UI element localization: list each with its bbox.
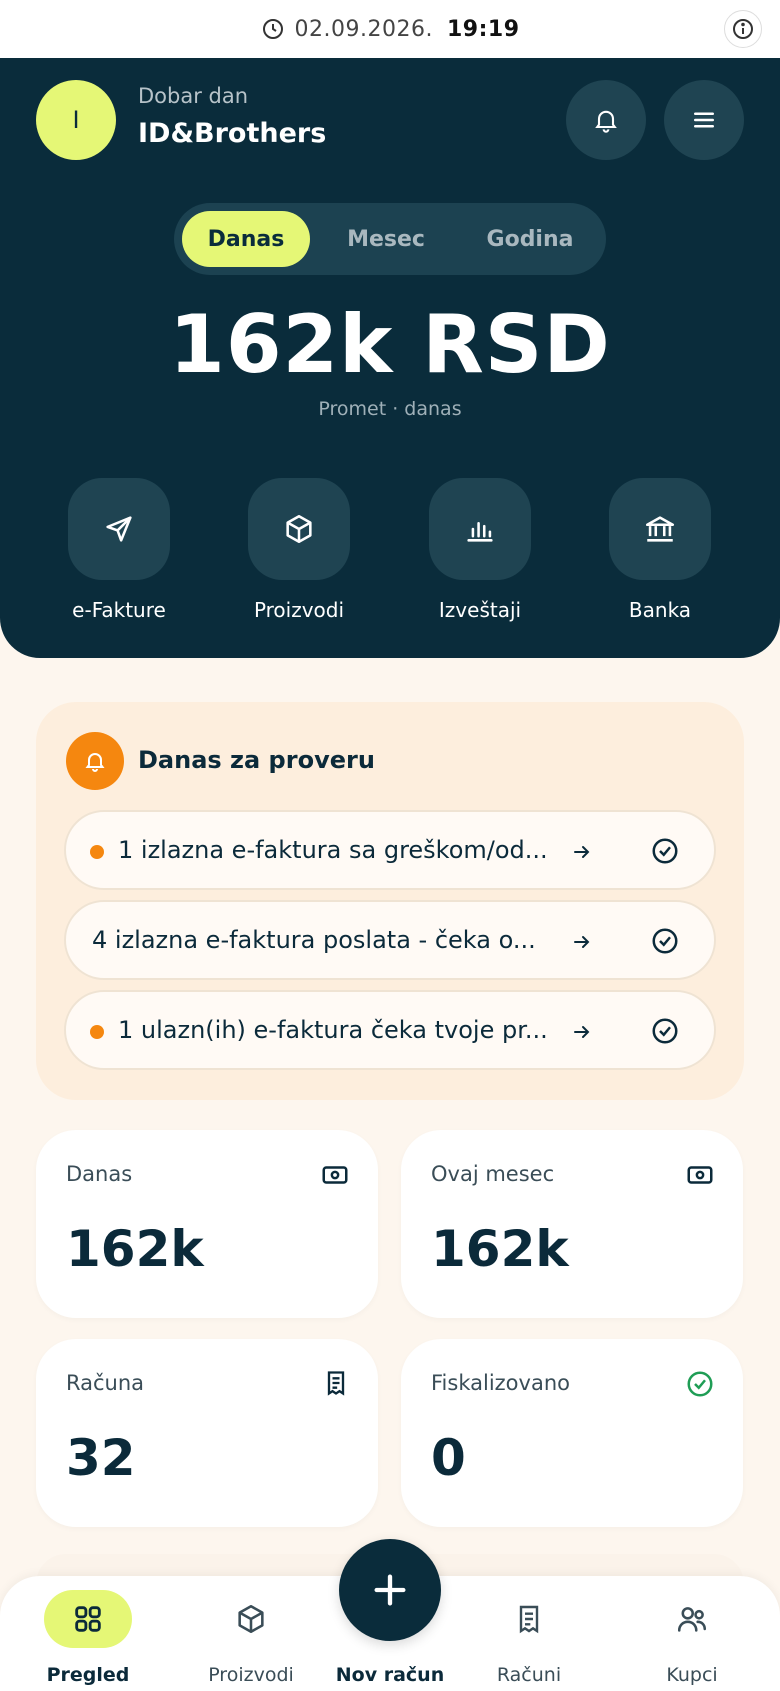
review-item-text: 1 izlazna e-faktura sa greškom/od... xyxy=(118,836,548,864)
grid-icon xyxy=(75,1606,101,1632)
review-item[interactable]: 4 izlazna e-faktura poslata - čeka o... xyxy=(64,900,716,980)
review-panel: Danas za proveru 1 izlazna e-faktura sa … xyxy=(36,702,744,1100)
bar-chart-icon xyxy=(467,522,493,542)
review-bell-badge xyxy=(66,732,124,790)
cash-icon xyxy=(687,1166,713,1184)
stat-card-fiskalizovano[interactable]: Fiskalizovano 0 xyxy=(401,1339,743,1527)
stat-label: Ovaj mesec xyxy=(431,1162,555,1186)
quick-action-tile[interactable] xyxy=(68,478,170,580)
nav-icon-wrap xyxy=(622,1590,762,1648)
greeting-text: Dobar dan xyxy=(138,84,249,108)
check-circle-icon xyxy=(687,1371,713,1397)
check-circle-icon[interactable] xyxy=(650,836,680,866)
receipt-icon xyxy=(327,1371,345,1396)
nav-label: Kupci xyxy=(666,1664,718,1686)
quick-action-tile[interactable] xyxy=(609,478,711,580)
clock-icon xyxy=(262,19,283,39)
nav-pregled[interactable]: Pregled xyxy=(18,1576,158,1691)
nav-label: Računi xyxy=(496,1664,562,1686)
nav-proizvodi[interactable]: Proizvodi xyxy=(181,1576,321,1691)
turnover-caption: Promet · danas xyxy=(318,398,462,420)
stat-label: Fiskalizovano xyxy=(431,1371,570,1395)
stat-value: 162k xyxy=(431,1220,569,1278)
review-item[interactable]: 1 izlazna e-faktura sa greškom/od... xyxy=(64,810,716,890)
new-invoice-label[interactable]: Nov račun xyxy=(320,1664,460,1686)
box-icon xyxy=(286,514,312,544)
status-date: 02.09.2026. xyxy=(294,16,433,42)
company-name: ID&Brothers xyxy=(138,118,327,149)
stat-label: Računa xyxy=(66,1371,145,1395)
stat-value: 162k xyxy=(66,1220,204,1278)
quick-action-label: e-Fakture xyxy=(72,598,166,622)
turnover-amount: 162k RSD xyxy=(169,298,611,391)
stat-card-ovaj-mesec[interactable]: Ovaj mesec 162k xyxy=(401,1130,743,1318)
status-time: 19:19 xyxy=(446,16,520,42)
nav-icon-wrap xyxy=(459,1590,599,1648)
stat-value: 0 xyxy=(431,1429,466,1487)
stat-card-racuna[interactable]: Računa 32 xyxy=(36,1339,378,1527)
cash-icon xyxy=(322,1166,348,1184)
receipt-icon xyxy=(519,1605,539,1634)
quick-action-izvestaji[interactable]: Izveštaji xyxy=(400,478,560,622)
box-icon xyxy=(238,1604,264,1634)
quick-action-label: Izveštaji xyxy=(438,598,522,622)
info-icon xyxy=(733,19,753,39)
nav-icon-wrap xyxy=(181,1590,321,1648)
users-icon xyxy=(677,1607,707,1632)
quick-action-tile[interactable] xyxy=(429,478,531,580)
bell-icon xyxy=(595,110,617,133)
stat-card-danas[interactable]: Danas 162k xyxy=(36,1130,378,1318)
review-item-text: 1 ulazn(ih) e-faktura čeka tvoje pr... xyxy=(118,1016,548,1044)
bank-icon xyxy=(645,516,675,542)
status-bar: 02.09.2026. 19:19 xyxy=(0,0,780,58)
quick-action-proizvodi[interactable]: Proizvodi xyxy=(219,478,379,622)
nav-racuni[interactable]: Računi xyxy=(459,1576,599,1691)
hero-panel: I Dobar dan ID&Brothers Danas Mesec Godi… xyxy=(0,58,780,658)
quick-action-label: Proizvodi xyxy=(253,598,345,622)
notifications-button[interactable] xyxy=(566,80,646,160)
plus-icon xyxy=(374,1574,406,1606)
alert-dot xyxy=(90,845,104,859)
stat-value: 32 xyxy=(66,1429,136,1487)
tab-mesec[interactable]: Mesec xyxy=(322,211,450,267)
review-title: Danas za proveru xyxy=(138,746,375,774)
check-circle-icon[interactable] xyxy=(650,1016,680,1046)
stat-label: Danas xyxy=(66,1162,133,1186)
review-item[interactable]: 1 ulazn(ih) e-faktura čeka tvoje pr... xyxy=(64,990,716,1070)
new-invoice-button[interactable] xyxy=(339,1539,441,1641)
quick-action-efakture[interactable]: e-Fakture xyxy=(39,478,199,622)
status-datetime: 02.09.2026. 19:19 xyxy=(261,17,520,42)
nav-kupci[interactable]: Kupci xyxy=(622,1576,762,1691)
avatar[interactable]: I xyxy=(36,80,116,160)
active-pill xyxy=(44,1590,132,1648)
send-icon xyxy=(106,516,132,542)
arrow-right-icon[interactable] xyxy=(570,930,594,954)
tab-danas[interactable]: Danas xyxy=(182,211,310,267)
nav-label: Proizvodi xyxy=(208,1664,294,1686)
hamburger-icon xyxy=(694,112,714,128)
quick-action-label: Banka xyxy=(628,598,692,622)
arrow-right-icon[interactable] xyxy=(570,840,594,864)
quick-action-tile[interactable] xyxy=(248,478,350,580)
nav-icon-wrap xyxy=(18,1590,158,1648)
period-selector: Danas Mesec Godina xyxy=(174,203,606,275)
info-button[interactable] xyxy=(724,10,762,48)
arrow-right-icon[interactable] xyxy=(570,1020,594,1044)
review-item-text: 4 izlazna e-faktura poslata - čeka o... xyxy=(92,926,536,954)
alert-dot xyxy=(90,1025,104,1039)
tab-godina[interactable]: Godina xyxy=(460,211,600,267)
quick-action-banka[interactable]: Banka xyxy=(580,478,740,622)
nav-label: Pregled xyxy=(46,1664,130,1686)
bell-icon xyxy=(85,753,105,772)
menu-button[interactable] xyxy=(664,80,744,160)
check-circle-icon[interactable] xyxy=(650,926,680,956)
